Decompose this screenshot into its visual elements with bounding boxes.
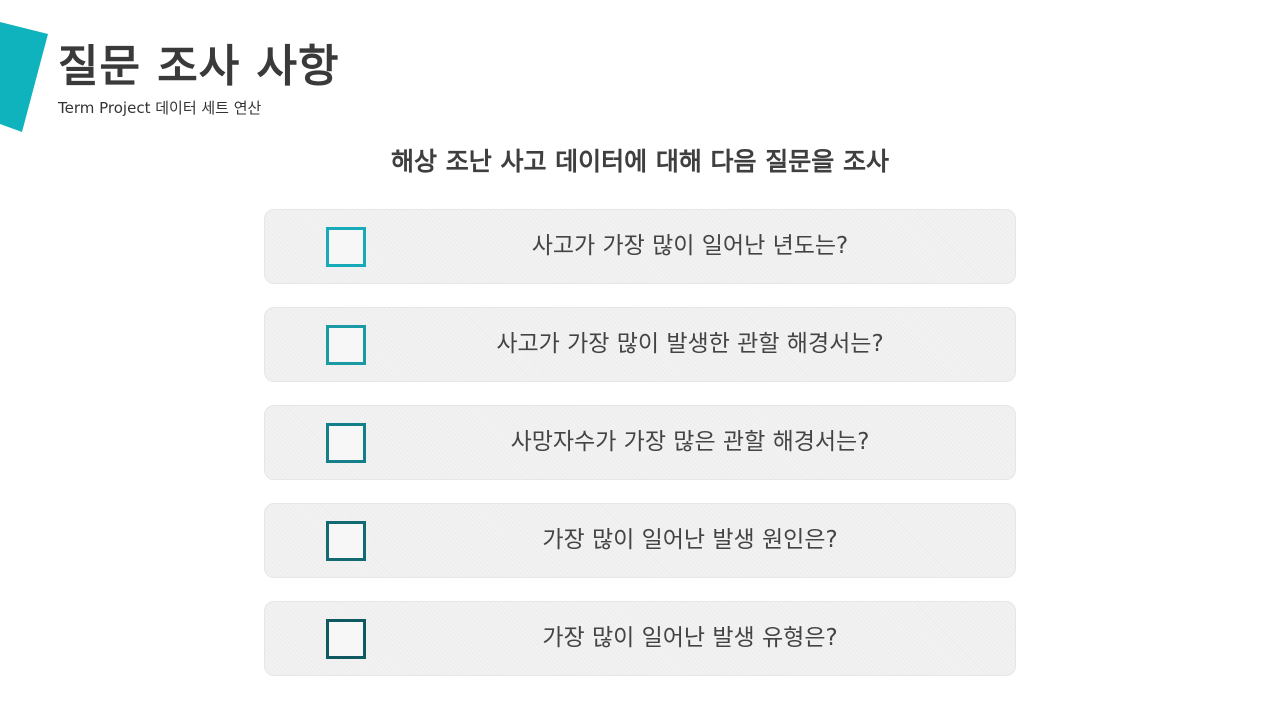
checkbox-icon[interactable] <box>326 227 366 267</box>
question-card-4[interactable]: 가장 많이 일어난 발생 원인은? <box>264 503 1016 578</box>
checkbox-icon[interactable] <box>326 521 366 561</box>
checkbox-icon[interactable] <box>326 619 366 659</box>
question-card-5[interactable]: 가장 많이 일어난 발생 유형은? <box>264 601 1016 676</box>
question-card-2[interactable]: 사고가 가장 많이 발생한 관할 해경서는? <box>264 307 1016 382</box>
question-label: 사망자수가 가장 많은 관할 해경서는? <box>510 429 870 455</box>
page-subtitle: Term Project 데이터 세트 연산 <box>58 99 262 117</box>
section-heading: 해상 조난 사고 데이터에 대해 다음 질문을 조사 <box>391 147 889 176</box>
checkbox-icon[interactable] <box>326 423 366 463</box>
question-list: 사고가 가장 많이 일어난 년도는? 사고가 가장 많이 발생한 관할 해경서는… <box>264 209 1016 699</box>
question-label: 사고가 가장 많이 일어난 년도는? <box>531 233 849 259</box>
checkbox-icon[interactable] <box>326 325 366 365</box>
page-title: 질문 조사 사항 <box>58 41 340 92</box>
question-card-3[interactable]: 사망자수가 가장 많은 관할 해경서는? <box>264 405 1016 480</box>
question-label: 가장 많이 일어난 발생 원인은? <box>542 527 838 553</box>
question-label: 사고가 가장 많이 발생한 관할 해경서는? <box>496 331 884 357</box>
question-card-1[interactable]: 사고가 가장 많이 일어난 년도는? <box>264 209 1016 284</box>
question-label: 가장 많이 일어난 발생 유형은? <box>542 625 838 651</box>
corner-accent-shape <box>0 22 48 132</box>
